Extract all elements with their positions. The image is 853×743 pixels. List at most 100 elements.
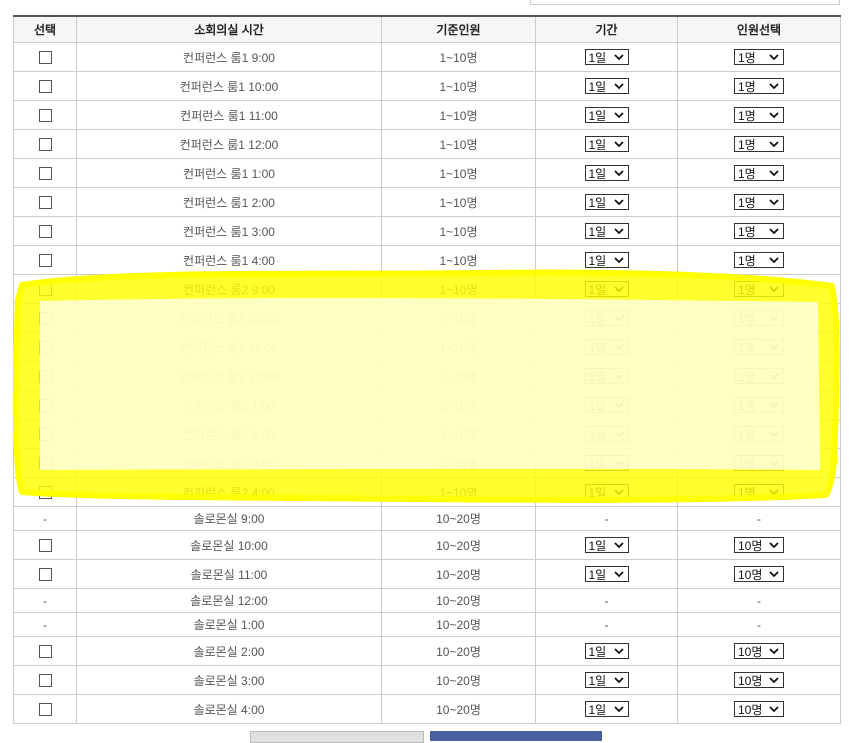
cancel-button[interactable] xyxy=(250,731,424,743)
people-select[interactable]: 1명 xyxy=(734,223,784,239)
duration-select[interactable]: 1일 xyxy=(584,165,629,181)
chevron-down-icon xyxy=(613,571,624,578)
row-checkbox[interactable] xyxy=(38,645,52,659)
duration-select[interactable]: 1일 xyxy=(584,223,629,239)
chevron-down-icon xyxy=(613,489,624,496)
people-cell: 1명 xyxy=(677,129,841,159)
duration-select[interactable]: 1일 xyxy=(584,484,629,500)
duration-select[interactable]: 1일 xyxy=(584,107,629,123)
duration-select[interactable]: 1일 xyxy=(584,368,629,384)
select-cell xyxy=(13,42,77,72)
duration-select[interactable]: 1일 xyxy=(584,194,629,210)
row-checkbox[interactable] xyxy=(38,486,52,500)
row-checkbox[interactable] xyxy=(38,167,52,181)
people-select[interactable]: 10명 xyxy=(734,537,784,553)
row-checkbox[interactable] xyxy=(38,225,52,239)
people-cell: 1명 xyxy=(677,332,841,362)
people-select[interactable]: 1명 xyxy=(734,107,784,123)
duration-select[interactable]: 1일 xyxy=(584,537,629,553)
header-capacity: 기준인원 xyxy=(381,16,536,43)
duration-select[interactable]: 1일 xyxy=(584,281,629,297)
chevron-down-icon xyxy=(769,460,779,467)
row-checkbox[interactable] xyxy=(38,539,52,553)
chevron-down-icon xyxy=(769,677,779,684)
reserve-button[interactable] xyxy=(430,731,602,741)
people-select[interactable]: 1명 xyxy=(734,455,784,471)
duration-select[interactable]: 1일 xyxy=(584,643,629,659)
room-time: 컨퍼런스 룸1 9:00 xyxy=(76,42,382,72)
chevron-down-icon xyxy=(613,257,624,264)
people-cell: 10명 xyxy=(677,559,841,589)
people-select[interactable]: 1명 xyxy=(734,484,784,500)
people-select[interactable]: 10명 xyxy=(734,643,784,659)
duration-select[interactable]: 1일 xyxy=(584,426,629,442)
duration-select[interactable]: 1일 xyxy=(584,397,629,413)
duration-cell: 1일 xyxy=(535,361,678,391)
people-select[interactable]: 1명 xyxy=(734,426,784,442)
people-cell: 1명 xyxy=(677,361,841,391)
table-row: 컨퍼런스 룸1 12:00 1~10명 1일 1명 xyxy=(13,129,841,159)
row-checkbox[interactable] xyxy=(38,283,52,297)
room-time: 솔로몬실 3:00 xyxy=(76,665,382,695)
row-checkbox[interactable] xyxy=(38,254,52,268)
people-cell: 1명 xyxy=(677,100,841,130)
people-select[interactable]: 10명 xyxy=(734,672,784,688)
duration-select[interactable]: 1일 xyxy=(584,310,629,326)
duration-select[interactable]: 1일 xyxy=(584,78,629,94)
duration-select[interactable]: 1일 xyxy=(584,701,629,717)
chevron-down-icon xyxy=(613,170,624,177)
people-select[interactable]: 10명 xyxy=(734,566,784,582)
row-checkbox[interactable] xyxy=(38,109,52,123)
capacity: 10~20명 xyxy=(381,588,536,613)
people-select[interactable]: 1명 xyxy=(734,136,784,152)
top-search-field[interactable] xyxy=(530,0,840,5)
people-select[interactable]: 1명 xyxy=(734,310,784,326)
duration-select[interactable]: 1일 xyxy=(584,672,629,688)
select-cell xyxy=(13,636,77,666)
duration-select[interactable]: 1일 xyxy=(584,49,629,65)
chevron-down-icon xyxy=(769,489,779,496)
chevron-down-icon xyxy=(769,542,779,549)
row-checkbox[interactable] xyxy=(38,428,52,442)
people-select[interactable]: 1명 xyxy=(734,339,784,355)
select-cell xyxy=(13,665,77,695)
duration-select[interactable]: 1일 xyxy=(584,136,629,152)
people-select[interactable]: 1명 xyxy=(734,78,784,94)
row-checkbox[interactable] xyxy=(38,370,52,384)
people-select[interactable]: 1명 xyxy=(734,281,784,297)
room-time: 컨퍼런스 룸2 1:00 xyxy=(76,390,382,420)
duration-select[interactable]: 1일 xyxy=(584,566,629,582)
room-time: 컨퍼런스 룸1 1:00 xyxy=(76,158,382,188)
row-checkbox[interactable] xyxy=(38,80,52,94)
row-checkbox[interactable] xyxy=(38,457,52,471)
people-select[interactable]: 1명 xyxy=(734,165,784,181)
people-cell: 1명 xyxy=(677,390,841,420)
people-select[interactable]: 1명 xyxy=(734,49,784,65)
people-select[interactable]: 10명 xyxy=(734,701,784,717)
row-checkbox[interactable] xyxy=(38,399,52,413)
people-cell: 1명 xyxy=(677,216,841,246)
row-checkbox[interactable] xyxy=(38,196,52,210)
row-checkbox[interactable] xyxy=(38,703,52,717)
people-select[interactable]: 1명 xyxy=(734,194,784,210)
people-select[interactable]: 1명 xyxy=(734,397,784,413)
duration-select[interactable]: 1일 xyxy=(584,252,629,268)
row-checkbox[interactable] xyxy=(38,312,52,326)
duration-cell: 1일 xyxy=(535,100,678,130)
room-time: 컨퍼런스 룸2 12:00 xyxy=(76,361,382,391)
row-checkbox[interactable] xyxy=(38,568,52,582)
table-row: 컨퍼런스 룸2 2:00 1~10명 1일 1명 xyxy=(13,419,841,449)
row-checkbox[interactable] xyxy=(38,341,52,355)
chevron-down-icon xyxy=(613,460,624,467)
select-cell xyxy=(13,332,77,362)
duration-select[interactable]: 1일 xyxy=(584,455,629,471)
row-checkbox[interactable] xyxy=(38,138,52,152)
chevron-down-icon xyxy=(769,257,779,264)
capacity: 1~10명 xyxy=(381,158,536,188)
row-checkbox[interactable] xyxy=(38,51,52,65)
people-select[interactable]: 1명 xyxy=(734,252,784,268)
people-select[interactable]: 1명 xyxy=(734,368,784,384)
duration-select[interactable]: 1일 xyxy=(584,339,629,355)
row-checkbox[interactable] xyxy=(38,674,52,688)
duration-cell: 1일 xyxy=(535,274,678,304)
